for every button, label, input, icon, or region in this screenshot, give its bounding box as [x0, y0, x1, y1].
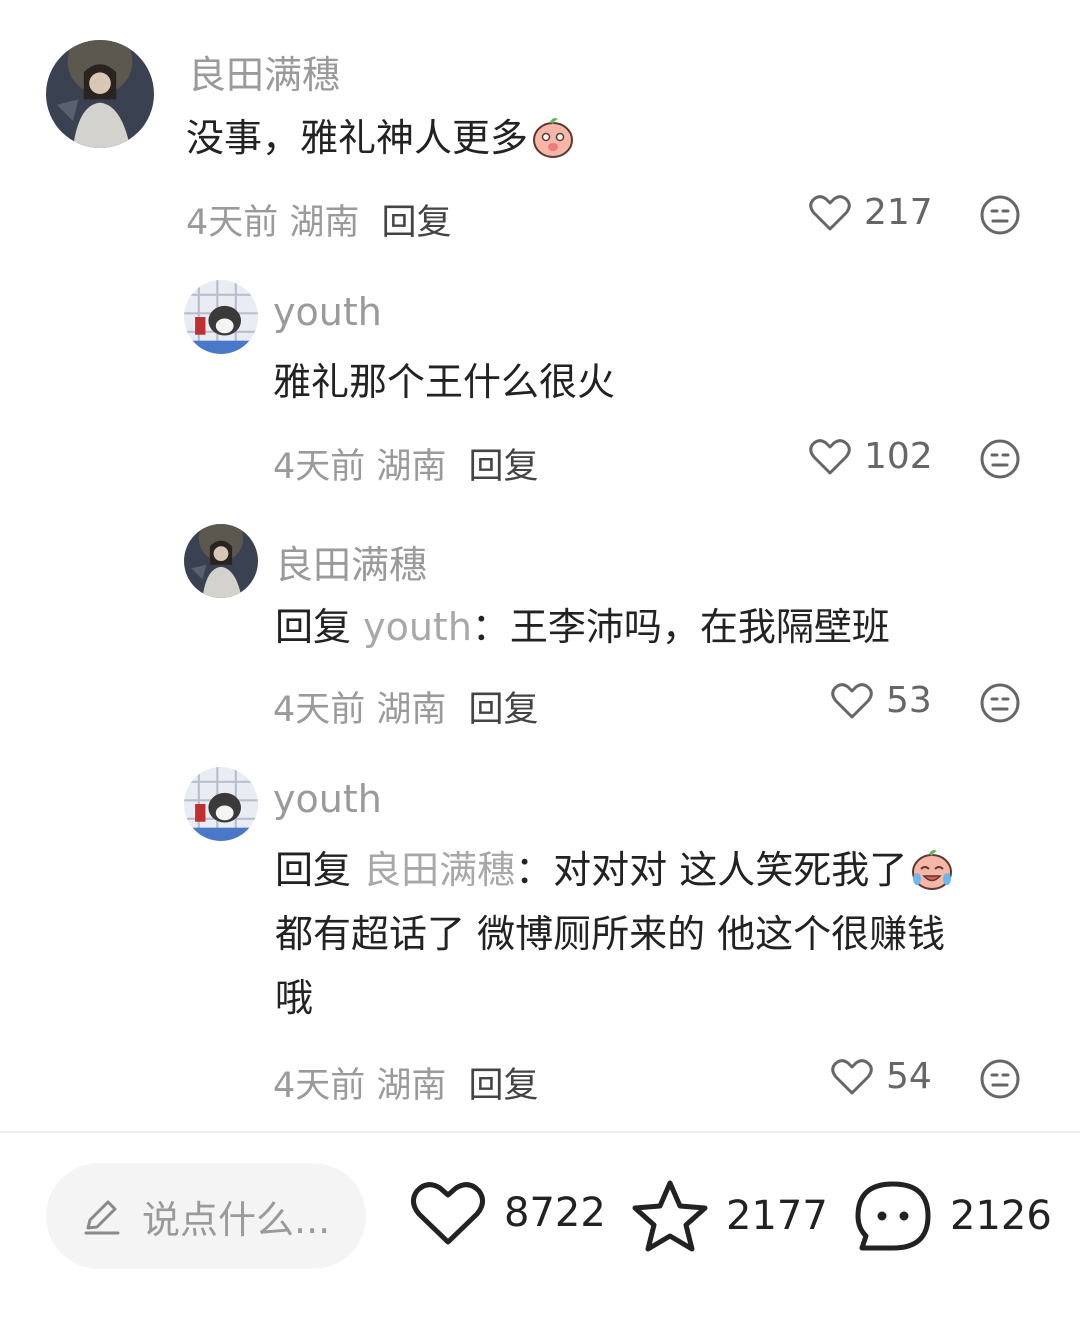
dislike-face-icon[interactable] — [979, 194, 1021, 236]
comment-body: ：王李沛吗，在我隔壁班 — [471, 605, 890, 649]
comment-meta: 4天前 湖南 回复 — [273, 438, 538, 489]
dislike-face-icon[interactable] — [979, 438, 1021, 480]
comment-bubble-icon — [855, 1181, 931, 1251]
avatar[interactable] — [184, 524, 258, 598]
dislike-face-icon[interactable] — [979, 1058, 1021, 1100]
comment-time: 4天前 — [273, 690, 366, 730]
comment-time: 4天前 — [273, 1066, 366, 1106]
comment-line: 都有超话了 微博厕所来的 他这个很赚钱 — [275, 912, 946, 956]
peach-shy-emoji-icon — [530, 113, 576, 159]
comment-body: ：对对对 这人笑死我了 — [515, 848, 908, 892]
comment-location: 湖南 — [376, 447, 447, 487]
reply-button[interactable]: 回复 — [381, 203, 451, 243]
peach-laugh-cry-emoji-icon — [909, 845, 955, 891]
comment-count: 2126 — [950, 1193, 1052, 1239]
comment-text: 回复 youth：王李沛吗，在我隔壁班 — [275, 595, 890, 659]
comment-input[interactable]: 说点什么... — [46, 1163, 366, 1269]
heart-icon — [831, 1058, 873, 1094]
like-post-button[interactable]: 8722 — [408, 1178, 606, 1248]
avatar[interactable] — [184, 280, 258, 354]
heart-icon — [831, 682, 873, 718]
reply-button[interactable]: 回复 — [468, 690, 538, 730]
like-count: 54 — [886, 1056, 932, 1097]
reply-target-user[interactable]: youth — [363, 605, 472, 649]
like-count: 102 — [864, 436, 933, 477]
comment-time: 4天前 — [186, 203, 279, 243]
pencil-icon — [84, 1200, 120, 1235]
like-count: 8722 — [504, 1190, 606, 1236]
comment-meta: 4天前 湖南 回复 — [186, 194, 451, 245]
favorite-count: 2177 — [726, 1193, 828, 1239]
like-count: 53 — [886, 680, 932, 721]
reply-keyword: 回复 — [275, 605, 352, 649]
like-button[interactable]: 102 — [808, 436, 933, 477]
reply-keyword: 回复 — [275, 848, 352, 892]
input-placeholder: 说点什么... — [142, 1197, 331, 1242]
like-button[interactable]: 54 — [830, 1056, 932, 1097]
avatar[interactable] — [46, 40, 154, 148]
comments-button[interactable]: 2126 — [852, 1178, 1052, 1254]
comment-text: 回复 良田满穗：对对对 这人笑死我了 都有超话了 微博厕所来的 他这个很赚钱 哦 — [275, 838, 1045, 1030]
comment-text: 雅礼那个王什么很火 — [273, 360, 616, 404]
like-button[interactable]: 217 — [808, 192, 933, 233]
comment-author[interactable]: 良田满穗 — [188, 44, 340, 99]
reply-target-user[interactable]: 良田满穗 — [363, 848, 515, 892]
heart-icon — [809, 438, 851, 474]
comment-meta: 4天前 湖南 回复 — [273, 681, 538, 732]
comment-location: 湖南 — [289, 203, 360, 243]
comment-time: 4天前 — [273, 447, 366, 487]
comment-location: 湖南 — [376, 1066, 447, 1106]
comment-author[interactable]: youth — [273, 777, 382, 821]
comment-meta: 4天前 湖南 回复 — [273, 1057, 538, 1108]
comment-line: 回复 良田满穗：对对对 这人笑死我了 — [275, 838, 1045, 902]
like-button[interactable]: 53 — [830, 680, 932, 721]
star-icon — [632, 1180, 708, 1252]
comment-body: 没事，雅礼神人更多 — [186, 116, 529, 160]
reply-button[interactable]: 回复 — [468, 447, 538, 487]
favorite-button[interactable]: 2177 — [630, 1178, 828, 1254]
heart-icon — [809, 194, 851, 230]
avatar[interactable] — [184, 767, 258, 841]
comment-author[interactable]: youth — [273, 290, 382, 334]
dislike-face-icon[interactable] — [979, 682, 1021, 724]
like-count: 217 — [864, 192, 933, 233]
divider — [0, 1131, 1080, 1133]
comment-line: 哦 — [275, 976, 314, 1020]
comment-location: 湖南 — [376, 690, 447, 730]
reply-button[interactable]: 回复 — [468, 1066, 538, 1106]
comment-author[interactable]: 良田满穗 — [275, 534, 427, 589]
heart-icon — [411, 1182, 485, 1245]
comment-text: 没事，雅礼神人更多 — [186, 106, 576, 170]
